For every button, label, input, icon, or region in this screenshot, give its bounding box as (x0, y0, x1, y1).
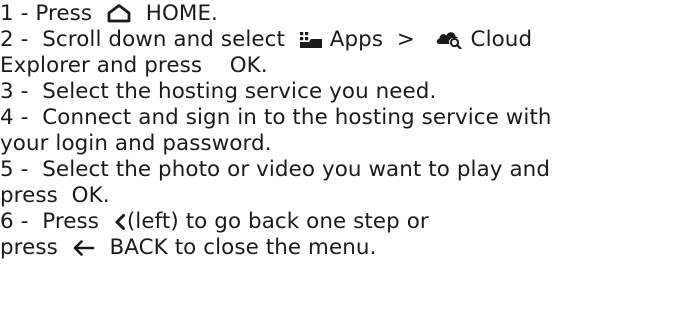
instructions-document: 1 - Press HOME. 2 - Scroll down and sele… (0, 0, 673, 261)
cloud-explorer-icon (436, 29, 464, 49)
apps-label: Apps (329, 27, 384, 52)
step-text: press (0, 183, 58, 208)
step-number: 4 - (0, 105, 29, 130)
chevron-left-icon (113, 213, 127, 231)
step-number: 3 - (0, 79, 29, 104)
step-text: (left) to go back one step or (126, 209, 429, 234)
home-icon (106, 3, 132, 23)
step-5-continued: press OK. (0, 183, 673, 209)
step-number: 5 - (0, 157, 29, 182)
cloud-label: Cloud (470, 27, 533, 52)
ok-key-label: OK (229, 53, 261, 78)
step-4: 4 - Connect and sign in to the hosting s… (0, 105, 673, 131)
step-6-continued: press BACK to close the menu. (0, 235, 673, 261)
period: . (102, 183, 110, 208)
step-text: Scroll down and select (42, 27, 286, 52)
step-number: 1 - (0, 1, 29, 26)
step-text: to close the menu. (174, 235, 377, 260)
step-text: Connect and sign in to the hosting servi… (42, 105, 552, 130)
step-4-continued: your login and password. (0, 131, 673, 157)
step-text: Press (35, 1, 93, 26)
back-arrow-icon (72, 239, 96, 257)
step-text: Press (42, 209, 100, 234)
ok-key-label: OK (71, 183, 103, 208)
step-2-continued: Explorer and press OK. (0, 53, 673, 79)
step-text: and press (96, 53, 203, 78)
step-number: 2 - (0, 27, 29, 52)
step-text: your login and password. (0, 131, 272, 156)
home-key-label: HOME. (145, 1, 218, 26)
step-5: 5 - Select the photo or video you want t… (0, 157, 673, 183)
cloud-explorer-label: Explorer (0, 53, 90, 78)
step-text: Select the photo or video you want to pl… (42, 157, 550, 182)
period: . (260, 53, 268, 78)
step-text: press (0, 235, 58, 260)
menu-separator: > (396, 27, 415, 52)
step-6: 6 - Press (left) to go back one step or (0, 209, 673, 235)
back-key-label: BACK (109, 235, 168, 260)
apps-icon (299, 31, 323, 49)
step-3: 3 - Select the hosting service you need. (0, 79, 673, 105)
step-number: 6 - (0, 209, 29, 234)
step-1: 1 - Press HOME. (0, 1, 673, 27)
step-text: Select the hosting service you need. (42, 79, 437, 104)
step-2: 2 - Scroll down and select Apps > Cloud (0, 27, 673, 53)
